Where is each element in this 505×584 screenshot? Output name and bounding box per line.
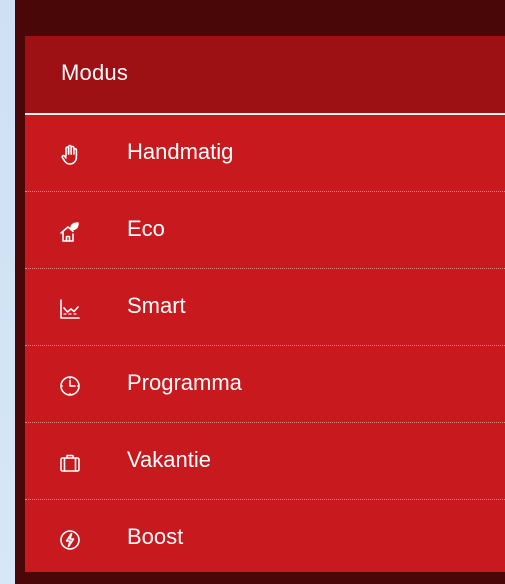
menu-item-vakantie[interactable]: Vakantie	[25, 423, 505, 500]
suitcase-icon	[58, 451, 82, 475]
app-frame: Modus Handmatig Eco Smart Programma Vaka…	[15, 0, 505, 584]
menu-item-label: Vakantie	[127, 447, 211, 472]
lightning-icon	[58, 528, 82, 552]
menu-item-label: Eco	[127, 216, 165, 241]
chart-icon	[58, 297, 82, 321]
menu-title: Modus	[61, 60, 129, 85]
menu-item-label: Handmatig	[127, 139, 234, 164]
menu-item-smart[interactable]: Smart	[25, 269, 505, 346]
menu-item-eco[interactable]: Eco	[25, 192, 505, 269]
clock-icon	[58, 374, 82, 398]
menu-item-programma[interactable]: Programma	[25, 346, 505, 423]
menu-item-boost[interactable]: Boost	[25, 500, 505, 572]
menu-header: Modus	[25, 36, 505, 115]
menu-item-handmatig[interactable]: Handmatig	[25, 115, 505, 192]
menu-item-label: Programma	[127, 370, 242, 395]
eco-house-icon	[58, 220, 82, 244]
menu-item-label: Smart	[127, 293, 186, 318]
menu-item-label: Boost	[127, 524, 184, 549]
mode-menu: Modus Handmatig Eco Smart Programma Vaka…	[25, 36, 505, 572]
hand-icon	[58, 143, 82, 167]
